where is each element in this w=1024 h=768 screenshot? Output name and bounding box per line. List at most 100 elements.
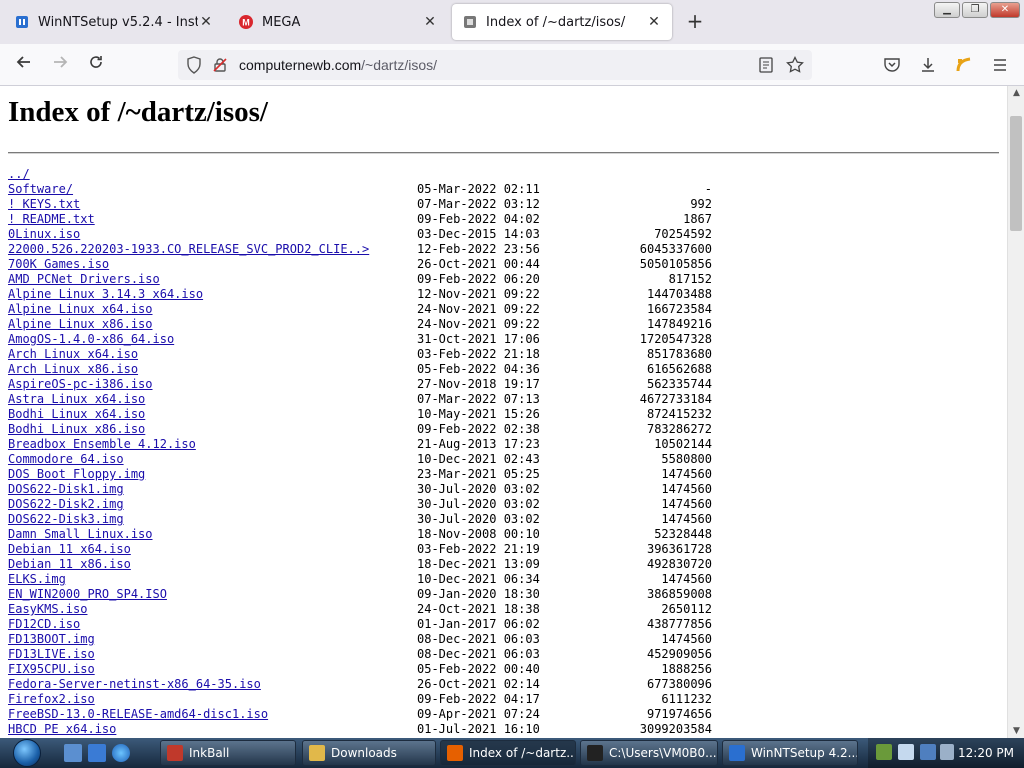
file-link[interactable]: FIX95CPU.iso	[8, 662, 95, 677]
file-link[interactable]: HBCD PE x64.iso	[8, 722, 116, 737]
clock[interactable]: 12:20 PM	[958, 746, 1014, 760]
file-date: 01-Jan-2017 06:02	[417, 617, 540, 631]
taskbar-button[interactable]: Downloads	[302, 740, 436, 766]
file-link[interactable]: AspireOS-pc-i386.iso	[8, 377, 153, 392]
insecure-lock-icon[interactable]	[212, 57, 228, 77]
taskbar-button[interactable]: WinNTSetup 4.2....	[722, 740, 858, 766]
volume-tray-icon[interactable]	[898, 744, 914, 760]
close-tab-icon[interactable]: ✕	[646, 14, 662, 30]
extension-icon[interactable]	[955, 56, 973, 78]
tab-title: WinNTSetup v5.2.4 - Install Win	[38, 14, 198, 30]
tab-mega[interactable]: M MEGA ✕	[228, 4, 448, 40]
file-link[interactable]: DOS622-Disk3.img	[8, 512, 124, 527]
file-size: 386859008	[646, 587, 712, 601]
file-link[interactable]: Breadbox Ensemble 4.12.iso	[8, 437, 196, 452]
file-link[interactable]: FD13BOOT.img	[8, 632, 95, 647]
file-size: 851783680	[646, 347, 712, 361]
close-window-button[interactable]: ✕	[990, 2, 1020, 18]
pocket-icon[interactable]	[883, 56, 901, 78]
close-tab-icon[interactable]: ✕	[422, 14, 438, 30]
file-link[interactable]: Debian 11 x86.iso	[8, 557, 131, 572]
network-tray-icon[interactable]	[876, 744, 892, 760]
minimize-button[interactable]: ▁	[934, 2, 960, 18]
taskbar-button[interactable]: Index of /~dartz...	[440, 740, 576, 766]
url-bar[interactable]: computernewb.com/~dartz/isos/	[178, 50, 812, 80]
vertical-scrollbar[interactable]: ▲ ▼	[1007, 86, 1024, 738]
scroll-down-icon[interactable]: ▼	[1008, 724, 1024, 738]
taskbar-button[interactable]: C:\Users\VM0B0...	[580, 740, 718, 766]
file-link[interactable]: Commodore 64.iso	[8, 452, 124, 467]
file-date: 21-Aug-2013 17:23	[417, 437, 540, 451]
file-link[interactable]: EasyKMS.iso	[8, 602, 87, 617]
url-text[interactable]: computernewb.com/~dartz/isos/	[239, 57, 437, 73]
file-link[interactable]: 0Linux.iso	[8, 227, 80, 242]
scrollbar-thumb[interactable]	[1010, 116, 1022, 231]
file-link[interactable]: Debian 11 x64.iso	[8, 542, 131, 557]
file-size: 2650112	[661, 602, 712, 616]
taskbar-label: Index of /~dartz...	[469, 746, 576, 760]
reload-button[interactable]	[84, 53, 108, 77]
file-size: 166723584	[646, 302, 712, 316]
switch-windows-icon[interactable]	[88, 744, 106, 762]
file-link[interactable]: Bodhi Linux x86.iso	[8, 422, 145, 437]
file-size: 492830720	[646, 557, 712, 571]
file-link[interactable]: FreeBSD-13.0-RELEASE-amd64-disc1.iso	[8, 707, 268, 722]
file-date: 31-Oct-2021 17:06	[417, 332, 540, 346]
file-link[interactable]: Bodhi Linux x64.iso	[8, 407, 145, 422]
file-link[interactable]: FD12CD.iso	[8, 617, 80, 632]
file-link[interactable]: ! README.txt	[8, 212, 95, 227]
file-link[interactable]: 22000.526.220203-1933.CO_RELEASE_SVC_PRO…	[8, 242, 369, 257]
file-link[interactable]: DOS Boot Floppy.img	[8, 467, 145, 482]
file-link[interactable]: DOS622-Disk1.img	[8, 482, 124, 497]
tab-strip: WinNTSetup v5.2.4 - Install Win ✕ M MEGA…	[0, 0, 1024, 44]
scroll-up-icon[interactable]: ▲	[1008, 86, 1024, 100]
file-link[interactable]: Software/	[8, 182, 73, 197]
maximize-button[interactable]: ❐	[962, 2, 988, 18]
internet-explorer-icon[interactable]	[112, 744, 130, 762]
file-link[interactable]: Alpine Linux 3.14.3 x64.iso	[8, 287, 203, 302]
file-link[interactable]: Firefox2.iso	[8, 692, 95, 707]
file-link[interactable]: FD13LIVE.iso	[8, 647, 95, 662]
file-link[interactable]: AmogOS-1.4.0-x86_64.iso	[8, 332, 174, 347]
reader-view-icon[interactable]	[758, 57, 774, 77]
file-link[interactable]: ../	[8, 167, 30, 182]
file-size: 6045337600	[639, 242, 712, 256]
file-size: 562335744	[646, 377, 712, 391]
show-desktop-icon[interactable]	[64, 744, 82, 762]
file-link[interactable]: Damn Small Linux.iso	[8, 527, 153, 542]
bookmark-star-icon[interactable]	[786, 56, 804, 78]
back-button[interactable]	[12, 53, 36, 77]
forward-button[interactable]	[48, 53, 72, 77]
start-button[interactable]	[2, 738, 52, 768]
file-date: 26-Oct-2021 00:44	[417, 257, 540, 271]
file-date: 10-Dec-2021 02:43	[417, 452, 540, 466]
file-link[interactable]: Astra Linux x64.iso	[8, 392, 145, 407]
cmd-icon	[587, 745, 603, 761]
speaker-tray-icon[interactable]	[940, 744, 954, 760]
file-link[interactable]: ELKS.img	[8, 572, 66, 587]
file-date: 10-May-2021 15:26	[417, 407, 540, 421]
tab-winntsetup[interactable]: WinNTSetup v5.2.4 - Install Win ✕	[4, 4, 224, 40]
file-link[interactable]: EN_WIN2000_PRO_SP4.ISO	[8, 587, 167, 602]
close-tab-icon[interactable]: ✕	[198, 14, 214, 30]
file-link[interactable]: Arch Linux x86.iso	[8, 362, 138, 377]
taskbar-button[interactable]: InkBall	[160, 740, 296, 766]
file-link[interactable]: ! KEYS.txt	[8, 197, 80, 212]
new-tab-button[interactable]: +	[683, 10, 707, 34]
file-link[interactable]: Arch Linux x64.iso	[8, 347, 138, 362]
file-link[interactable]: DOS622-Disk2.img	[8, 497, 124, 512]
url-domain: computernewb.com	[239, 57, 362, 73]
file-link[interactable]: Alpine Linux x86.iso	[8, 317, 153, 332]
file-link[interactable]: 700K Games.iso	[8, 257, 109, 272]
file-link[interactable]: Fedora-Server-netinst-x86_64-35.iso	[8, 677, 261, 692]
file-date: 09-Apr-2021 07:24	[417, 707, 540, 721]
file-link[interactable]: Alpine Linux x64.iso	[8, 302, 153, 317]
tracking-protection-icon[interactable]	[186, 56, 202, 78]
menu-hamburger-icon[interactable]	[991, 56, 1009, 78]
tab-index-isos[interactable]: Index of /~dartz/isos/ ✕	[452, 4, 672, 40]
display-tray-icon[interactable]	[920, 744, 936, 760]
file-size: 971974656	[646, 707, 712, 721]
file-size: 783286272	[646, 422, 712, 436]
file-link[interactable]: AMD PCNet Drivers.iso	[8, 272, 160, 287]
downloads-icon[interactable]	[919, 56, 937, 78]
